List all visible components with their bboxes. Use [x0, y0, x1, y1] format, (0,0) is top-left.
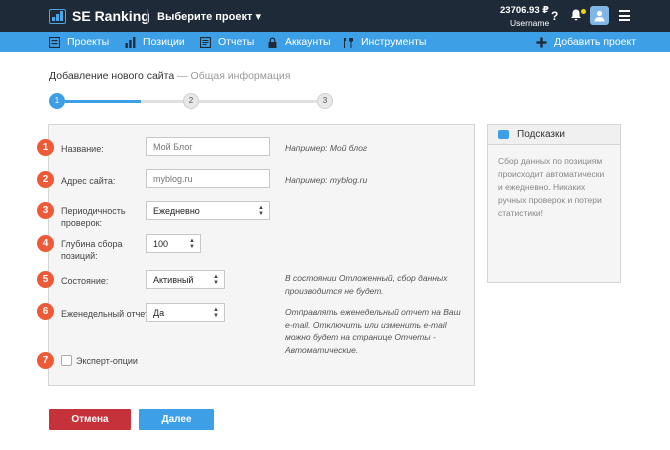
label-weekly-report: Еженедельный отчет: [61, 309, 152, 319]
label-site-address: Адрес сайта: [61, 176, 116, 186]
logo-chart-icon [49, 8, 66, 24]
general-info-form: 1 Название: Например: Мой блог 2 Адрес с… [37, 124, 475, 386]
expert-options-checkbox[interactable] [61, 355, 72, 366]
select-arrows-icon: ▲ ▼ [189, 238, 195, 250]
step-1[interactable]: 1 [49, 93, 65, 109]
cancel-button[interactable]: Отмена [49, 409, 131, 430]
positions-chart-icon [125, 36, 136, 48]
page-title-main: Добавление нового сайта [49, 70, 175, 82]
tips-chat-icon [498, 130, 509, 139]
top-header: SE Ranking Выберите проект ▾ 23706.93 ₽ … [0, 0, 670, 32]
callout-badge-4: 4 [37, 235, 54, 252]
hint-site-address: Например: myblog.ru [285, 175, 368, 185]
page-title-separator: — [174, 70, 191, 82]
tips-panel: Подсказки Сбор данных по позициям происх… [487, 124, 621, 283]
nav-label-accounts: Аккаунты [285, 36, 331, 48]
nav-label-tools: Инструменты [361, 36, 427, 48]
page-title-sub: Общая информация [190, 70, 291, 82]
select-arrows-icon: ▲ ▼ [258, 205, 264, 217]
logo-text: SE Ranking [72, 8, 150, 24]
tips-header: Подсказки [488, 125, 620, 145]
callout-badge-6: 6 [37, 303, 54, 320]
hint-name: Например: Мой блог [285, 143, 368, 153]
hint-state: В состоянии Отложенный, сбор данных прои… [285, 273, 448, 296]
nav-label-projects: Проекты [67, 36, 110, 48]
tips-text: Сбор данных по позициям происходит автом… [498, 156, 605, 218]
state-value: Активный [153, 275, 194, 285]
lock-icon [267, 36, 278, 48]
user-avatar[interactable] [590, 6, 609, 25]
add-project-button[interactable]: Добавить проект [536, 36, 636, 48]
wizard-stepper: 1 2 3 [49, 92, 334, 110]
nav-item-projects[interactable]: Проекты [48, 36, 110, 48]
step-2[interactable]: 2 [183, 93, 199, 109]
callout-badge-5: 5 [37, 271, 54, 288]
nav-item-accounts[interactable]: Аккаунты [267, 36, 331, 48]
label-check-frequency: Периодичность проверок: [61, 206, 126, 228]
site-name-input[interactable] [146, 137, 270, 156]
depth-value: 100 [153, 239, 169, 249]
help-icon[interactable]: ? [551, 9, 558, 23]
add-project-label: Добавить проект [554, 36, 637, 48]
step-remaining-line [141, 100, 321, 103]
hint-weekly-report: Отправлять еженедельный отчет на Ваш e-m… [285, 307, 461, 355]
page-title: Добавление нового сайта — Общая информац… [49, 70, 290, 82]
notification-bell-icon[interactable] [569, 8, 586, 24]
weekly-report-select[interactable]: Да ▲ ▼ [146, 303, 225, 322]
select-arrows-icon: ▲ ▼ [213, 274, 219, 286]
callout-badge-2: 2 [37, 171, 54, 188]
callout-badge-7: 7 [37, 352, 54, 369]
step-3[interactable]: 3 [317, 93, 333, 109]
nav-label-positions: Позиции [143, 36, 185, 48]
label-expert-options[interactable]: Эксперт-опции [76, 355, 138, 367]
username[interactable]: Username [510, 18, 549, 28]
tips-title: Подсказки [517, 129, 565, 140]
depth-select[interactable]: 100 ▲ ▼ [146, 234, 201, 253]
label-name: Название: [61, 144, 104, 154]
check-frequency-select[interactable]: Ежедневно ▲ ▼ [146, 201, 270, 220]
select-arrows-icon: ▲ ▼ [213, 307, 219, 319]
nav-item-positions[interactable]: Позиции [125, 36, 185, 48]
nav-item-reports[interactable]: Отчеты [199, 36, 255, 48]
site-address-input[interactable] [146, 169, 270, 188]
project-select-dropdown[interactable]: Выберите проект ▾ [157, 10, 261, 23]
label-state: Состояние: [61, 276, 109, 286]
projects-icon [48, 36, 61, 48]
label-depth: Глубина сбора позиций: [61, 239, 123, 261]
header-divider [147, 9, 148, 23]
main-nav: Проекты Позиции Отчеты Аккаунты Инструме… [0, 32, 670, 52]
callout-badge-3: 3 [37, 202, 54, 219]
weekly-report-value: Да [153, 308, 165, 318]
hamburger-menu-icon[interactable] [619, 10, 630, 24]
notification-dot [581, 9, 586, 14]
nav-label-reports: Отчеты [218, 36, 255, 48]
reports-icon [199, 36, 212, 48]
state-select[interactable]: Активный ▲ ▼ [146, 270, 225, 289]
next-button[interactable]: Далее [139, 409, 214, 430]
account-balance[interactable]: 23706.93 ₽ [500, 5, 549, 16]
callout-badge-1: 1 [37, 139, 54, 156]
plus-icon [536, 37, 547, 48]
check-frequency-value: Ежедневно [153, 206, 200, 216]
tools-icon [343, 37, 354, 48]
logo[interactable]: SE Ranking [49, 8, 150, 24]
step-progress-line [65, 100, 141, 103]
nav-item-tools[interactable]: Инструменты [343, 36, 426, 48]
